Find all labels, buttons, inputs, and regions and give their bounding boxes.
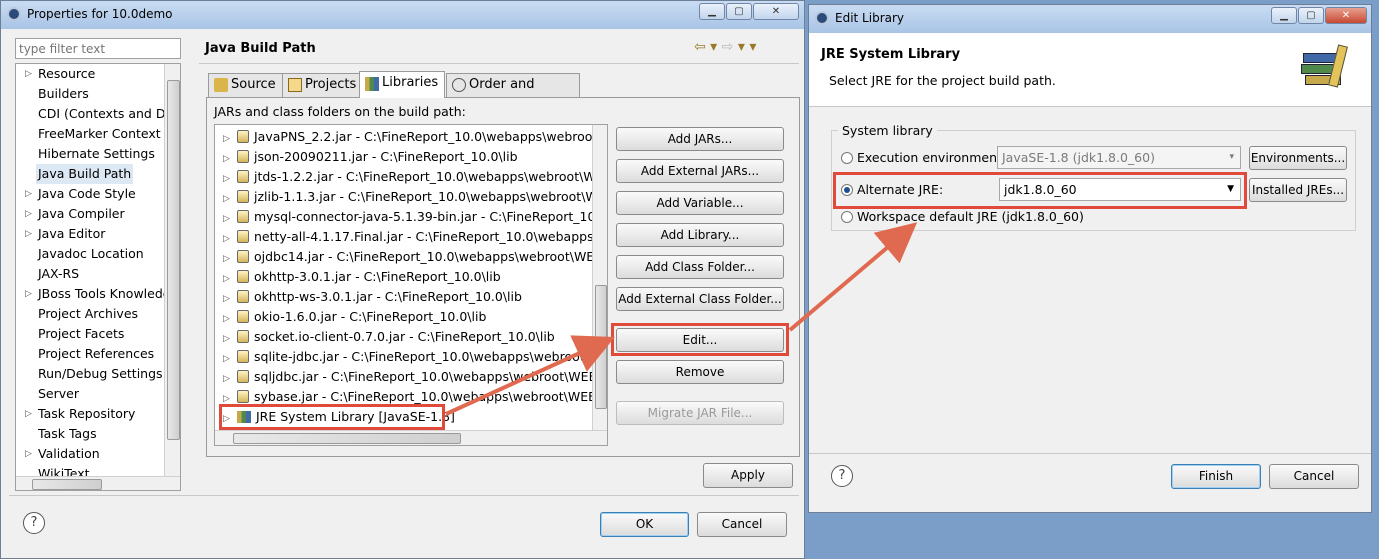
arrow-to-edit: [445, 335, 615, 416]
tab-label: Libraries: [382, 75, 439, 90]
arrow-to-alternate-jre: [788, 222, 918, 332]
libraries-icon: [365, 77, 379, 91]
tab-libraries[interactable]: Libraries: [359, 71, 445, 98]
annotation-arrows: [445, 222, 918, 416]
